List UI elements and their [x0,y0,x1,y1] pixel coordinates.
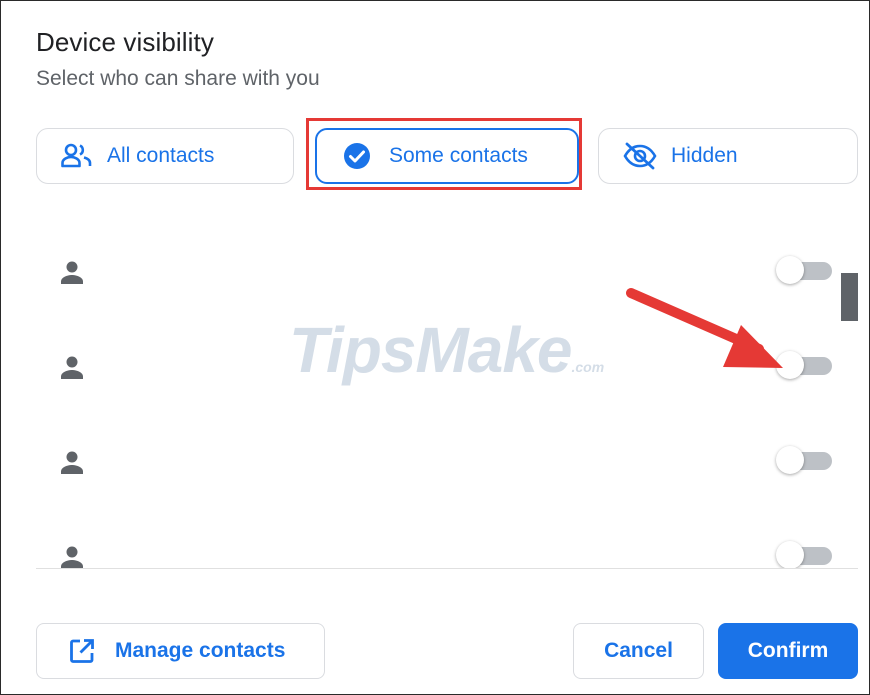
person-icon [58,258,86,286]
eye-off-icon [623,142,657,170]
list-scrollbar-thumb[interactable] [841,273,858,321]
option-all-contacts[interactable]: All contacts [36,128,294,184]
contacts-list[interactable] [1,206,869,569]
cancel-button[interactable]: Cancel [573,623,704,679]
manage-contacts-label: Manage contacts [115,639,286,662]
contact-toggle[interactable] [776,255,832,285]
contact-row [1,424,869,504]
confirm-button[interactable]: Confirm [718,623,858,679]
option-some-contacts-label: Some contacts [389,144,528,167]
contact-row [1,519,869,569]
dialog-title: Device visibility [36,27,214,57]
person-icon [58,448,86,476]
option-all-contacts-label: All contacts [107,144,215,167]
contact-row [1,329,869,409]
person-icon [58,353,86,381]
contact-toggle[interactable] [776,445,832,475]
option-hidden[interactable]: Hidden [598,128,858,184]
option-hidden-label: Hidden [671,144,738,167]
device-visibility-dialog: Device visibility Select who can share w… [0,0,870,695]
dialog-subtitle: Select who can share with you [36,67,320,90]
manage-contacts-button[interactable]: Manage contacts [36,623,325,679]
contact-toggle[interactable] [776,540,832,569]
toggle-knob [776,256,804,284]
option-some-contacts[interactable]: Some contacts [315,128,579,184]
people-icon [61,143,93,169]
contact-toggle[interactable] [776,350,832,380]
list-divider [36,568,858,569]
check-circle-icon [343,142,371,170]
person-icon [58,543,86,569]
open-in-new-icon [69,638,95,664]
contact-row [1,234,869,314]
toggle-knob [776,446,804,474]
toggle-knob [776,351,804,379]
toggle-knob [776,541,804,569]
